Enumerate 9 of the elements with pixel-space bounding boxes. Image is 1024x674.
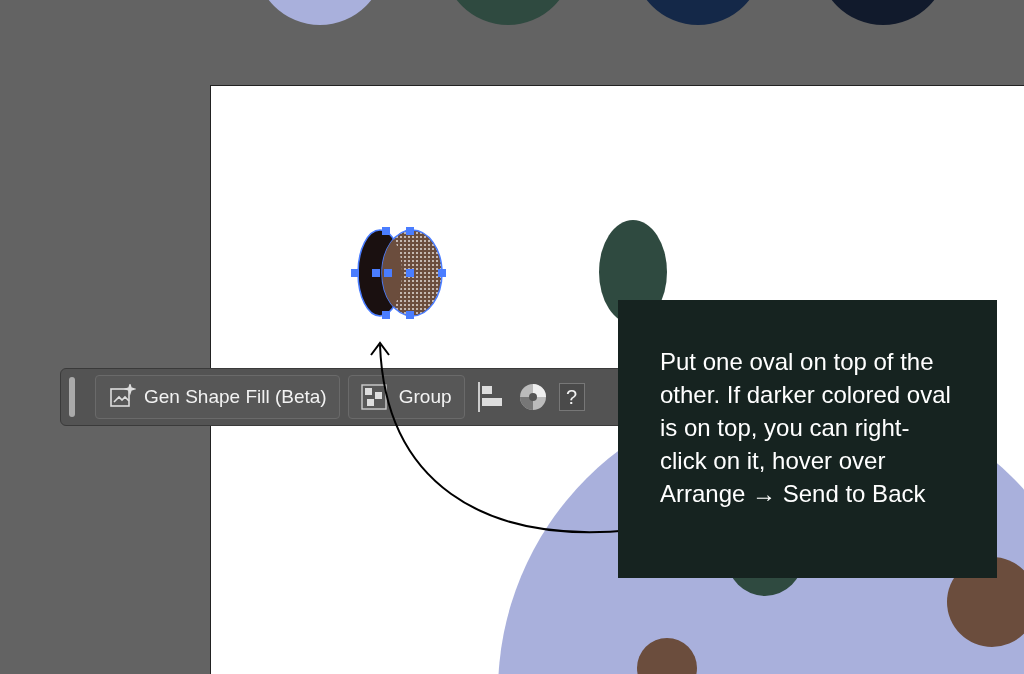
group-button[interactable]: Group xyxy=(347,375,465,419)
group-icon xyxy=(360,384,387,410)
gen-shape-fill-button[interactable]: Gen Shape Fill (Beta) xyxy=(95,375,340,419)
color-wheel-icon xyxy=(518,383,547,411)
drag-handle[interactable] xyxy=(69,377,75,417)
align-left-icon xyxy=(476,382,503,412)
callout-text: Put one oval on top of the other. If darker colored oval is on top, you can right-click on it, hover over Arrange → Send to Back xyxy=(660,347,952,509)
help-button[interactable]: ? xyxy=(558,383,585,411)
sparkle-frame-icon xyxy=(108,384,136,410)
